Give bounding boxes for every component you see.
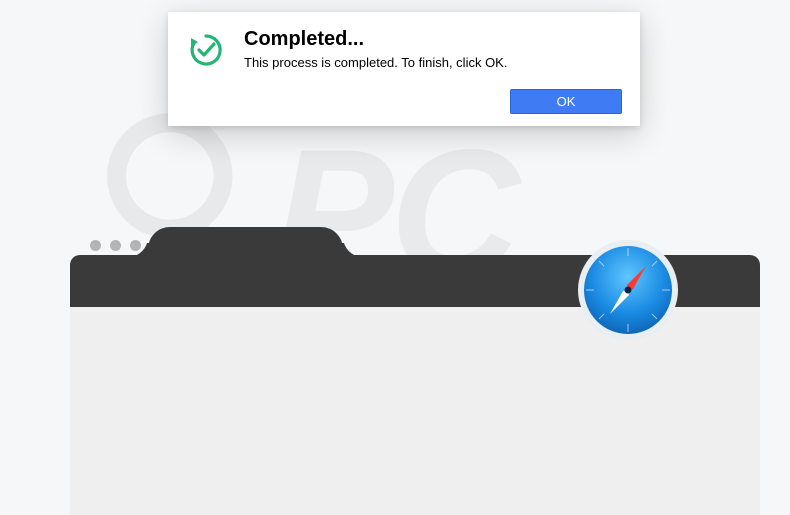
browser-window (70, 290, 760, 515)
ok-button[interactable]: OK (510, 89, 622, 114)
window-control-dot (110, 240, 121, 251)
safari-compass-icon (576, 238, 680, 342)
browser-tab (148, 227, 343, 257)
window-controls (90, 240, 141, 251)
sync-check-icon (186, 28, 226, 75)
window-control-dot (130, 240, 141, 251)
dialog-title: Completed... (244, 28, 622, 51)
window-control-dot (90, 240, 101, 251)
dialog-message: This process is completed. To finish, cl… (244, 55, 622, 70)
completed-dialog: Completed... This process is completed. … (168, 12, 640, 126)
